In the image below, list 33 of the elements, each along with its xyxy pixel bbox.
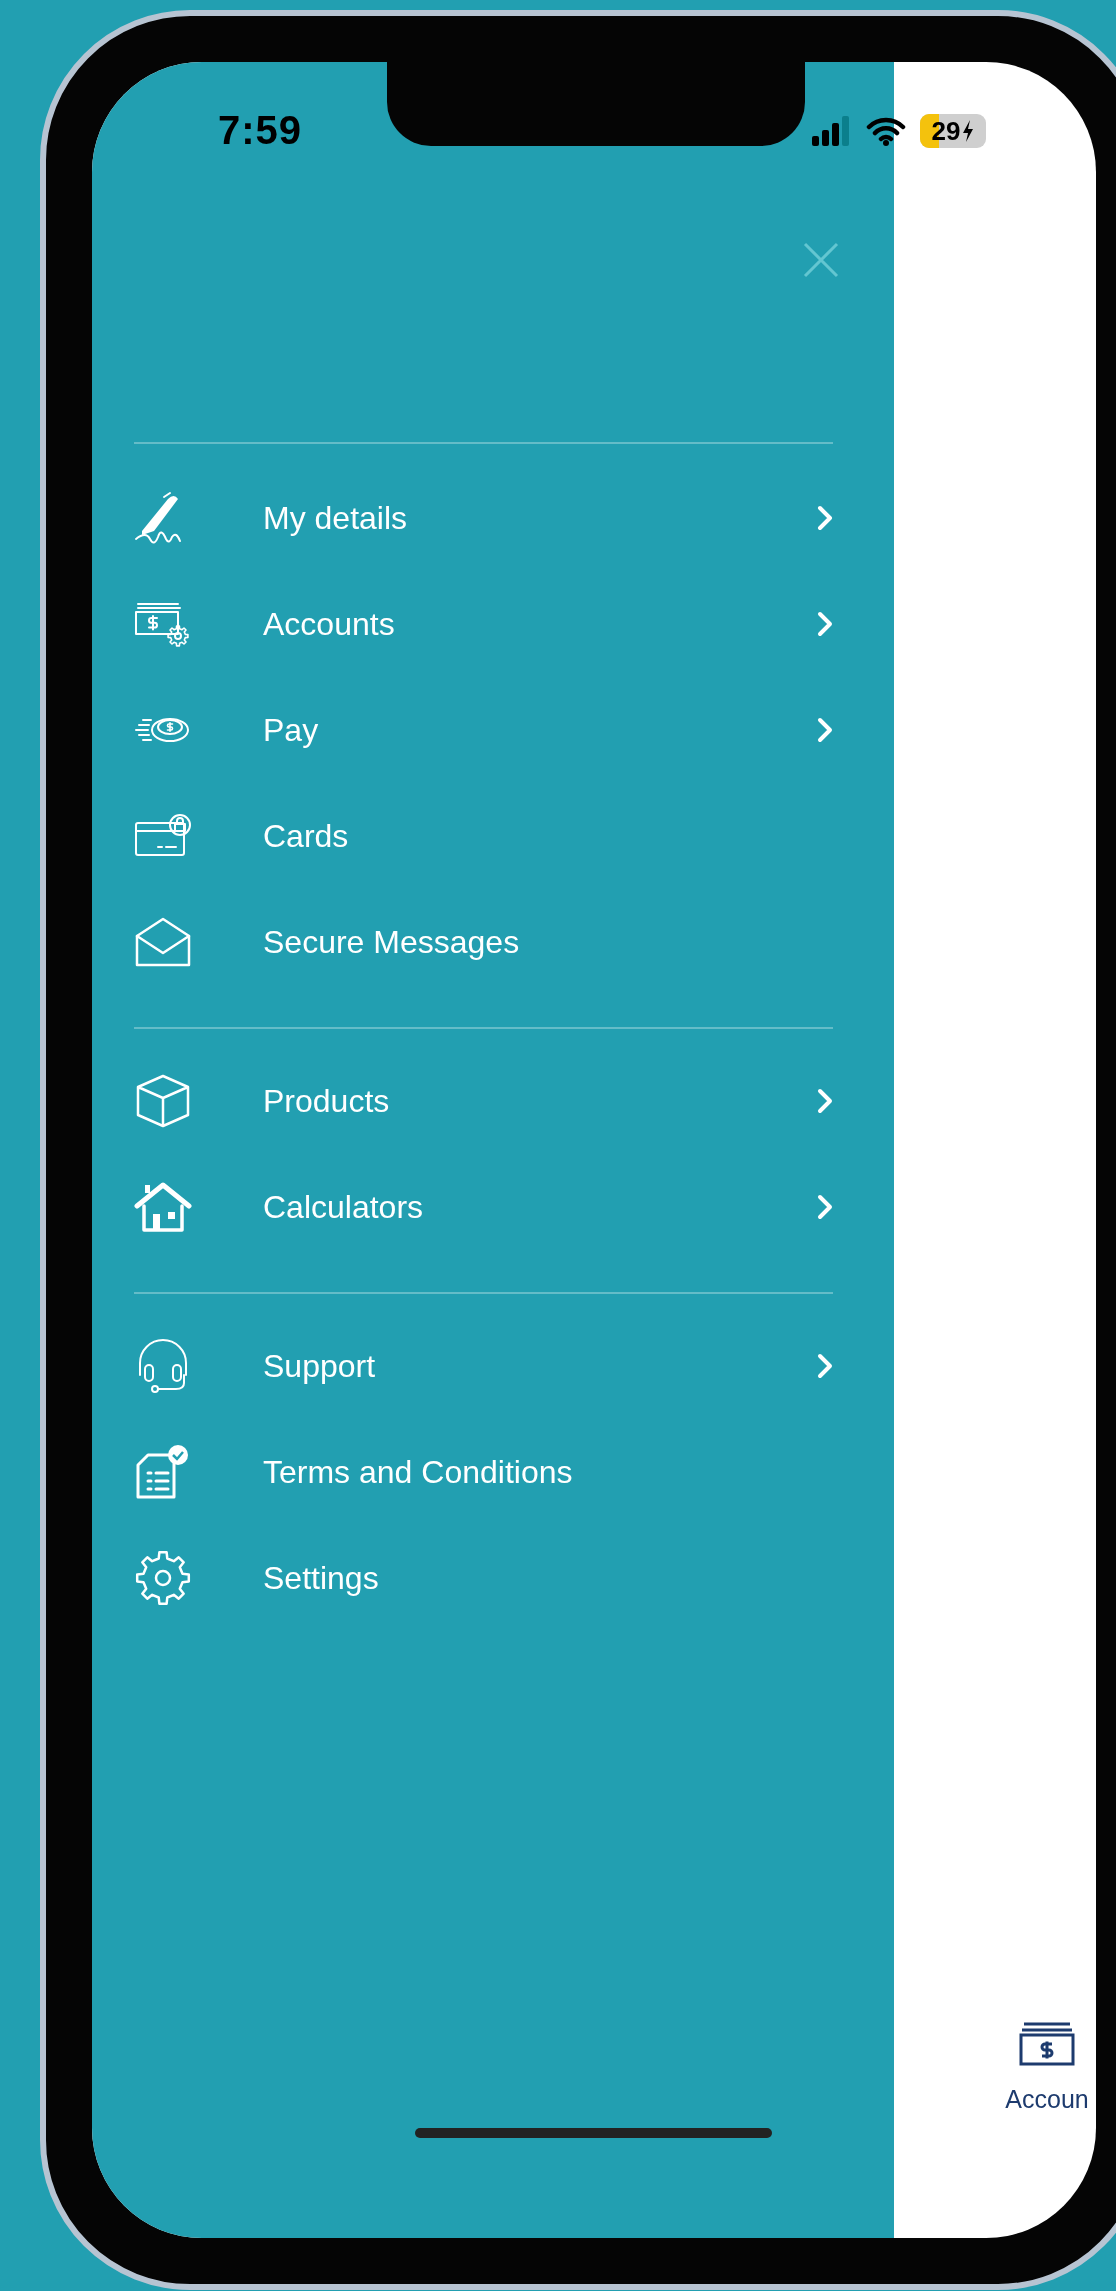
- menu-item-label: Terms and Conditions: [263, 1453, 574, 1491]
- menu-item[interactable]: Pay: [92, 677, 894, 783]
- wifi-icon: [866, 116, 906, 146]
- menu-item[interactable]: Support: [92, 1313, 894, 1419]
- cube-icon: [134, 1073, 192, 1129]
- menu-item-label: Cards: [263, 817, 350, 855]
- menu-item-label: My details: [263, 499, 409, 537]
- menu-item-label: Settings: [263, 1559, 380, 1597]
- menu-item[interactable]: Settings: [92, 1525, 894, 1631]
- menu-item-label: Products: [263, 1082, 391, 1120]
- close-icon[interactable]: [803, 242, 839, 278]
- menu-item[interactable]: My details: [92, 465, 894, 571]
- settings-icon: [134, 1549, 192, 1607]
- menu-item-label: Secure Messages: [263, 923, 521, 961]
- accounts-tab[interactable]: Accoun: [998, 2021, 1096, 2114]
- menu-item[interactable]: Secure Messages: [92, 889, 894, 995]
- menu-item[interactable]: Cards: [92, 783, 894, 889]
- menu-item-label: Calculators: [263, 1188, 425, 1226]
- menu-item[interactable]: Terms and Conditions: [92, 1419, 894, 1525]
- envelope-icon: [134, 916, 192, 968]
- card-lock-icon: [134, 813, 192, 859]
- cash-icon: [1018, 2021, 1076, 2067]
- menu-item[interactable]: Calculators: [92, 1154, 894, 1260]
- house-icon: [134, 1182, 192, 1232]
- cash-gear-icon: [134, 600, 192, 648]
- status-time: 7:59: [218, 108, 303, 153]
- menu-item-label: Support: [263, 1347, 377, 1385]
- menu-item-label: Pay: [263, 711, 320, 749]
- menu-item[interactable]: Products: [92, 1048, 894, 1154]
- menu-item-label: Accounts: [263, 605, 396, 643]
- menu-item[interactable]: Accounts: [92, 571, 894, 677]
- coin-icon: [134, 715, 192, 745]
- signal-icon: [812, 116, 852, 146]
